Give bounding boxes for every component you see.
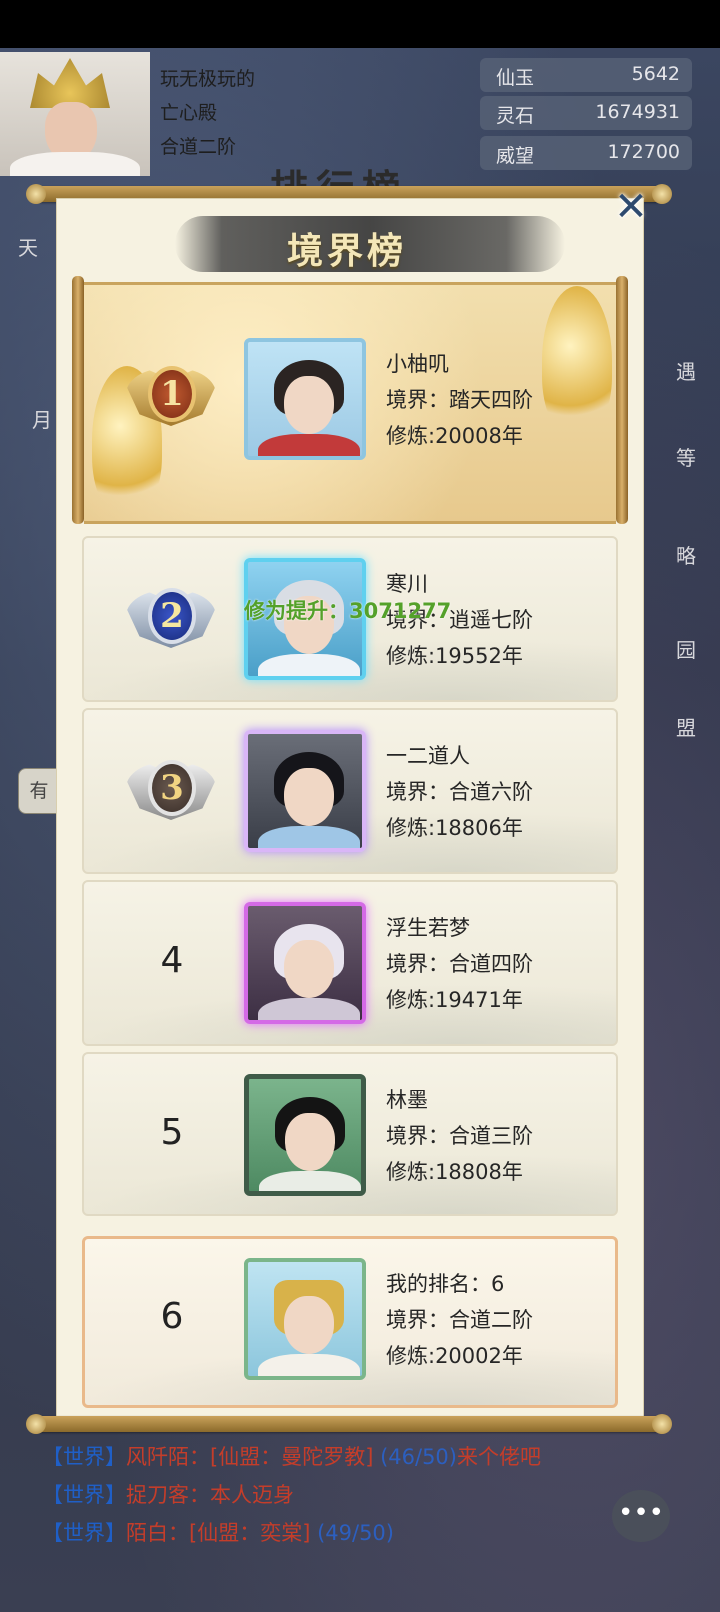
player-cultivation: 修炼:20008年 (386, 424, 523, 448)
avatar-body (10, 152, 140, 176)
player-realm: 境界：合道四阶 (386, 952, 533, 976)
phoenix-ornament (542, 286, 612, 436)
chat-line: 【世界】陌白：[仙盟：奕棠] (49/50) (42, 1514, 602, 1552)
chat-tail: 来个佬吧 (456, 1445, 541, 1469)
my-avatar-frame[interactable] (244, 1258, 366, 1380)
resource-spirit-stone: 灵石 1674931 (480, 96, 692, 130)
chat-sender: 风阡陌： (126, 1445, 210, 1469)
cultivation-gain-toast: 修为提升：3071277 (244, 599, 452, 623)
player-avatar[interactable] (0, 52, 150, 176)
avatar-face (284, 768, 334, 826)
chat-sender: 捉刀客： (126, 1483, 210, 1507)
side-tag: 园 (676, 638, 696, 662)
player-realm: 境界：合道三阶 (386, 1124, 533, 1148)
side-tag: 月 (32, 408, 52, 432)
rank-medal-blue: 2 (126, 580, 218, 656)
player-name: 小柚叽 (386, 352, 449, 376)
avatar-clothing (258, 826, 360, 848)
resource-value: 5642 (631, 63, 680, 85)
my-rank-number: 6 (160, 1296, 184, 1337)
scroll-pole-left (72, 276, 84, 524)
avatar-clothing (259, 1171, 361, 1191)
scroll-pole-right (616, 276, 628, 524)
player-name: 一二道人 (386, 744, 470, 768)
panel-title-text: 境界榜 (286, 230, 407, 272)
helmet-crown (30, 58, 110, 108)
panel-title: 境界榜 (0, 222, 720, 274)
resource-value: 1674931 (595, 101, 680, 123)
resource-prestige: 威望 172700 (480, 136, 692, 170)
player-realm: 合道二阶 (160, 136, 237, 158)
side-tag: 盟 (676, 716, 696, 740)
side-tag: 等 (676, 446, 696, 470)
player-name: 玩无极玩的 (160, 68, 256, 90)
rank-info-1: 小柚叽 境界：踏天四阶 修炼:20008年 (386, 346, 533, 454)
chat-count: (49/50) (317, 1521, 394, 1545)
scroll-rod-bottom (26, 1414, 672, 1434)
player-cultivation: 修炼:18806年 (386, 816, 523, 840)
side-tag: 略 (676, 544, 696, 568)
avatar-clothing (258, 1354, 360, 1376)
player-realm: 境界：合道六阶 (386, 780, 533, 804)
resource-label: 灵石 (496, 105, 535, 127)
resource-jade: 仙玉 5642 (480, 58, 692, 92)
chat-message: [仙盟：曼陀罗教] (210, 1445, 374, 1469)
chat-count: (46/50) (380, 1445, 457, 1469)
rank-medal-silver: 3 (126, 752, 218, 828)
resource-value: 172700 (607, 141, 680, 163)
medal-rank-number: 3 (148, 760, 196, 816)
medal-rank-number: 2 (148, 588, 196, 644)
rank-number: 4 (160, 940, 184, 981)
player-name: 林墨 (386, 1088, 428, 1112)
avatar-face (284, 376, 334, 434)
chat-message: 本人迈身 (210, 1483, 294, 1507)
chat-message: [仙盟：奕棠] (189, 1521, 311, 1545)
rank-medal-gold: 1 (126, 358, 218, 434)
world-chat[interactable]: 【世界】风阡陌：[仙盟：曼陀罗教] (46/50)来个佬吧 【世界】捉刀客：本人… (42, 1438, 602, 1552)
rank-info-4: 浮生若梦 境界：合道四阶 修炼:19471年 (386, 910, 533, 1018)
player-cultivation: 修炼:18808年 (386, 1160, 523, 1184)
player-cultivation: 修炼:19471年 (386, 988, 523, 1012)
avatar-frame[interactable] (244, 338, 366, 460)
avatar-clothing (258, 434, 360, 456)
avatar-frame[interactable] (244, 1074, 366, 1196)
player-info: 玩无极玩的 亡心殿 合道二阶 (160, 62, 255, 164)
avatar-face (284, 1296, 334, 1354)
avatar-face (285, 1113, 335, 1171)
side-tag: 遇 (676, 360, 696, 384)
resource-label: 威望 (496, 145, 535, 167)
chat-line: 【世界】捉刀客：本人迈身 (42, 1476, 602, 1514)
avatar-frame[interactable] (244, 902, 366, 1024)
side-button-left[interactable]: 有 (18, 768, 60, 814)
chat-channel: 【世界】 (42, 1521, 126, 1545)
chat-line: 【世界】风阡陌：[仙盟：曼陀罗教] (46/50)来个佬吧 (42, 1438, 602, 1476)
player-cultivation: 修炼:19552年 (386, 644, 523, 668)
chat-channel: 【世界】 (42, 1445, 126, 1469)
my-rank-info: 我的排名：6 境界：合道二阶 修炼:20002年 (386, 1266, 533, 1374)
resource-label: 仙玉 (496, 67, 535, 89)
status-bar (0, 0, 720, 48)
chat-bubble-icon[interactable]: ••• (612, 1490, 670, 1542)
my-cultivation: 修炼:20002年 (386, 1344, 523, 1368)
player-realm: 境界：踏天四阶 (386, 388, 533, 412)
chat-channel: 【世界】 (42, 1483, 126, 1507)
chat-sender: 陌白： (126, 1521, 189, 1545)
avatar-clothing (258, 998, 360, 1020)
rank-number: 5 (160, 1112, 184, 1153)
rank-info-3: 一二道人 境界：合道六阶 修炼:18806年 (386, 738, 533, 846)
medal-rank-number: 1 (148, 366, 196, 422)
my-rank-label: 我的排名：6 (386, 1272, 505, 1296)
my-realm: 境界：合道二阶 (386, 1308, 533, 1332)
avatar-frame[interactable] (244, 730, 366, 852)
player-name: 浮生若梦 (386, 916, 470, 940)
rank-info-5: 林墨 境界：合道三阶 修炼:18808年 (386, 1082, 533, 1190)
player-sect: 亡心殿 (160, 102, 218, 124)
avatar-clothing (258, 654, 360, 676)
avatar-face (284, 940, 334, 998)
